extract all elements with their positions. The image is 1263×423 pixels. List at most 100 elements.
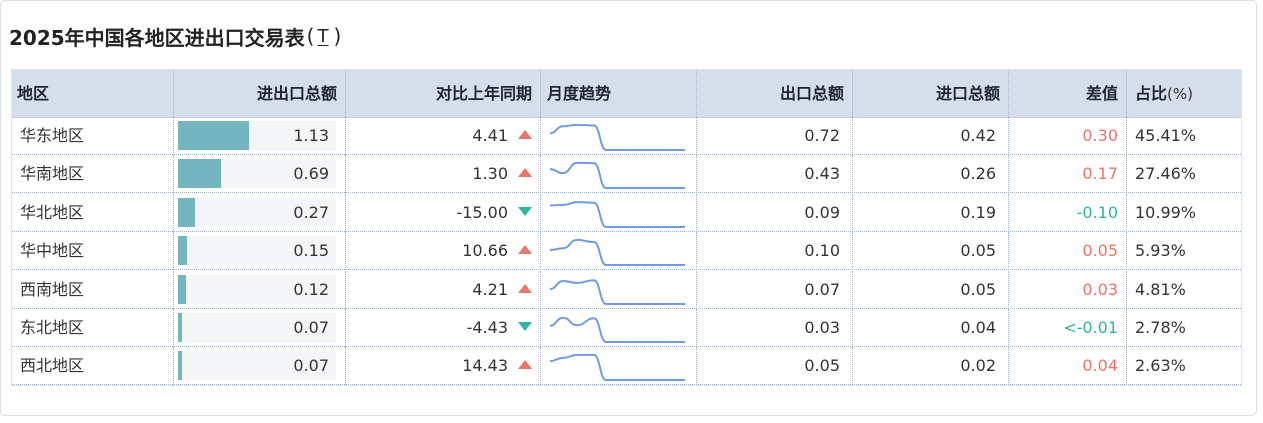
trend-line	[549, 239, 685, 267]
text-tool-button[interactable]: T	[314, 26, 331, 47]
triangle-up-icon	[518, 360, 532, 370]
col-header-share-label: 占比	[1135, 84, 1168, 103]
trend-line	[549, 316, 685, 343]
col-header-total[interactable]: 进出口总额	[174, 70, 346, 117]
col-header-diff[interactable]: 差值	[1009, 70, 1127, 117]
total-bar-fill	[178, 274, 186, 304]
cell-export: 0.10	[697, 232, 853, 271]
cell-export: 0.09	[697, 193, 853, 232]
cell-trend	[541, 347, 697, 386]
trend-sparkline	[549, 162, 685, 190]
cell-region: 华东地区	[12, 117, 174, 155]
cell-yoy: -4.43	[346, 309, 541, 347]
total-bar-fill	[178, 351, 182, 381]
trade-table: 地区 进出口总额 对比上年同期 月度趋势 出口总额 进口总额 差值 占比(%) …	[11, 69, 1242, 386]
table-card: 2025年中国各地区进出口交易表 ( T ) 地区 进出口总额 对比上年同期 月…	[0, 0, 1257, 416]
cell-diff: <-0.01	[1009, 309, 1127, 347]
cell-export: 0.43	[697, 155, 853, 194]
cell-share: 2.63%	[1135, 356, 1186, 376]
cell-share: 4.81%	[1135, 279, 1186, 299]
cell-import: 0.05	[853, 270, 1009, 309]
cell-region: 西南地区	[12, 270, 174, 309]
cell-trend	[541, 270, 697, 309]
cell-region: 华南地区	[12, 155, 174, 194]
table-row[interactable]: 西北地区 0.07 14.43 0.05 0.02 0.04 2.63%	[12, 347, 1241, 386]
cell-total: 0.07	[174, 347, 346, 386]
cell-share: 5.93%	[1135, 241, 1186, 261]
triangle-down-icon	[518, 206, 532, 216]
table-row[interactable]: 东北地区 0.07 -4.43 0.03 0.04 <-0.01 2.78%	[12, 309, 1241, 347]
col-header-import[interactable]: 进口总额	[853, 70, 1009, 117]
cell-yoy: 4.21	[346, 270, 541, 309]
cell-diff: 0.05	[1009, 232, 1127, 271]
table-row[interactable]: 西南地区 0.12 4.21 0.07 0.05 0.03 4.81%	[12, 270, 1241, 309]
col-header-yoy[interactable]: 对比上年同期	[346, 70, 541, 117]
total-bar-fill	[178, 197, 195, 227]
cell-yoy-value: 10.66	[462, 241, 508, 261]
triangle-up-icon	[518, 245, 532, 255]
cell-import: 0.26	[853, 155, 1009, 194]
cell-diff: 0.03	[1009, 270, 1127, 309]
cell-yoy-value: -4.43	[466, 318, 508, 337]
trend-line	[549, 162, 685, 190]
cell-total-value: 0.15	[293, 241, 329, 261]
title-paren-close: )	[333, 24, 342, 48]
cell-total: 1.13	[174, 117, 346, 155]
col-header-trend[interactable]: 月度趋势	[541, 70, 697, 117]
cell-diff: 0.04	[1009, 347, 1127, 386]
trend-sparkline	[549, 278, 685, 305]
cell-yoy-value: -15.00	[456, 202, 508, 222]
table-title-row: 2025年中国各地区进出口交易表 ( T )	[9, 21, 341, 51]
total-bar-fill	[178, 159, 221, 189]
triangle-up-icon	[518, 283, 532, 293]
cell-trend	[541, 117, 697, 155]
cell-region: 西北地区	[12, 347, 174, 386]
cell-diff: 0.17	[1009, 155, 1127, 194]
total-bar-fill	[178, 121, 249, 150]
cell-region: 华中地区	[12, 232, 174, 271]
cell-total: 0.15	[174, 232, 346, 271]
col-header-share[interactable]: 占比(%)	[1127, 70, 1241, 117]
triangle-up-icon	[518, 168, 532, 178]
cell-import: 0.02	[853, 347, 1009, 386]
cell-trend	[541, 155, 697, 194]
cell-region: 东北地区	[12, 309, 174, 347]
cell-yoy: 14.43	[346, 347, 541, 386]
cell-export: 0.03	[697, 309, 853, 347]
trend-sparkline	[549, 239, 685, 267]
cell-trend	[541, 309, 697, 347]
cell-share: 45.41%	[1135, 126, 1197, 145]
table-header: 地区 进出口总额 对比上年同期 月度趋势 出口总额 进口总额 差值 占比(%)	[12, 70, 1241, 118]
trend-sparkline	[549, 200, 685, 228]
cell-total-value: 0.07	[293, 356, 329, 376]
table-row[interactable]: 华北地区 0.27 -15.00 0.09 0.19 -0.10 10.99%	[12, 193, 1241, 232]
cell-trend	[541, 193, 697, 232]
cell-total: 0.27	[174, 193, 346, 232]
cell-total: 0.69	[174, 155, 346, 194]
cell-share: 27.46%	[1135, 164, 1197, 184]
col-header-region[interactable]: 地区	[12, 70, 174, 117]
triangle-up-icon	[518, 130, 532, 139]
cell-diff: 0.30	[1009, 117, 1127, 155]
cell-total-value: 0.27	[293, 202, 329, 222]
table-row[interactable]: 华南地区 0.69 1.30 0.43 0.26 0.17 27.46%	[12, 155, 1241, 194]
trend-line	[549, 354, 685, 382]
trend-line	[549, 278, 685, 305]
cell-import: 0.42	[853, 117, 1009, 155]
cell-yoy-value: 4.21	[472, 279, 508, 299]
cell-region: 华北地区	[12, 193, 174, 232]
table-row[interactable]: 华中地区 0.15 10.66 0.10 0.05 0.05 5.93%	[12, 232, 1241, 271]
cell-total-value: 0.69	[293, 164, 329, 184]
cell-share: 2.78%	[1135, 318, 1186, 337]
total-bar-fill	[178, 236, 187, 266]
cell-yoy-value: 14.43	[462, 356, 508, 376]
cell-diff: -0.10	[1009, 193, 1127, 232]
cell-total: 0.12	[174, 270, 346, 309]
col-header-share-unit: (%)	[1167, 85, 1193, 103]
cell-total-value: 0.12	[293, 279, 329, 299]
table-row[interactable]: 华东地区 1.13 4.41 0.72 0.42 0.30 45.41%	[12, 117, 1241, 155]
col-header-export[interactable]: 出口总额	[697, 70, 853, 117]
trend-line	[549, 200, 685, 228]
trend-sparkline	[549, 354, 685, 382]
cell-import: 0.05	[853, 232, 1009, 271]
